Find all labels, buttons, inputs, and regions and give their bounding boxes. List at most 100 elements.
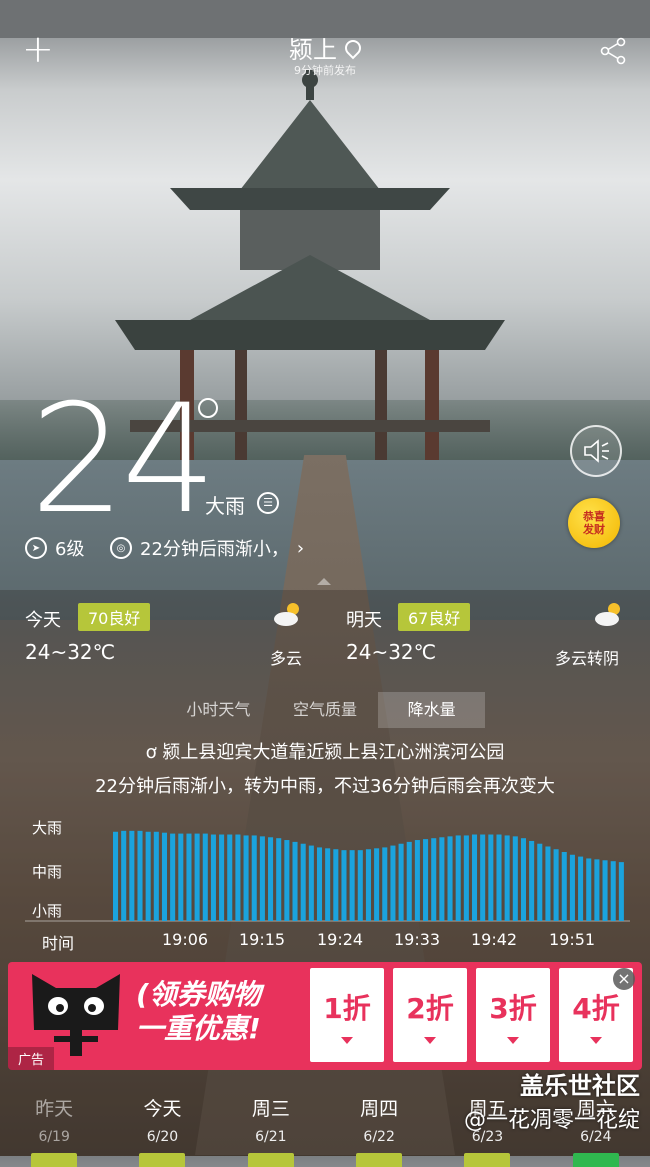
ad-offer-text: 4折 xyxy=(572,991,620,1025)
precip-bar xyxy=(618,862,624,921)
ad-slogan-line2: 一重优惠! xyxy=(136,1012,261,1045)
chevron-right-icon: › xyxy=(296,537,305,559)
ad-offer-text: 3折 xyxy=(489,991,537,1025)
precip-bar xyxy=(357,850,363,921)
ad-offer-text: 2折 xyxy=(406,991,454,1025)
precip-bar xyxy=(455,835,461,921)
triangle-down-icon xyxy=(590,1036,602,1044)
tab-hourly[interactable]: 小时天气 xyxy=(165,692,272,728)
precip-bar xyxy=(235,834,241,921)
week-day[interactable]: 今天 6/20 xyxy=(108,1078,216,1167)
precip-bar xyxy=(349,850,355,921)
ad-slogan-line1: (领券购物 xyxy=(136,978,261,1011)
precip-bar xyxy=(365,849,371,921)
detail-menu-icon[interactable]: ☰ xyxy=(257,492,279,514)
aqi-bar xyxy=(572,1153,619,1167)
week-day-date: 6/21 xyxy=(255,1129,287,1145)
precip-bar xyxy=(569,854,575,921)
precip-bar xyxy=(463,835,469,921)
precip-bar xyxy=(202,833,208,921)
precip-forecast: 22分钟后雨渐小，转为中雨，不过36分钟后雨会再次变大 xyxy=(95,776,555,797)
x-tick: 19:24 xyxy=(317,930,364,949)
tab-air-quality[interactable]: 空气质量 xyxy=(272,692,379,728)
rain-radar-icon: ◎ xyxy=(110,537,132,559)
wind-text: 6级 xyxy=(55,539,85,560)
precip-bar xyxy=(594,859,600,921)
precip-bar xyxy=(186,833,192,921)
precip-bar xyxy=(553,849,559,921)
ad-offer[interactable]: 3折 xyxy=(476,968,550,1062)
precip-bar xyxy=(480,834,486,921)
precip-bar xyxy=(382,847,388,921)
aqi-bar xyxy=(31,1153,78,1167)
tomorrow-aqi-badge[interactable]: 67良好 xyxy=(398,603,471,631)
precip-bar xyxy=(210,834,216,921)
precip-bar xyxy=(423,839,429,921)
week-day-name: 周三 xyxy=(251,1098,290,1120)
precip-location: ơ 颍上县迎宾大道靠近颍上县江心洲滨河公园 xyxy=(0,738,650,764)
precip-bar xyxy=(276,838,282,921)
week-day[interactable]: 昨天 6/19 xyxy=(0,1078,108,1167)
watermark-user: @一花凋零一花绽 xyxy=(463,1108,640,1133)
today-temp-range: 24~32℃ xyxy=(25,640,116,664)
precip-bar xyxy=(439,837,445,921)
rain-notice[interactable]: ◎ 22分钟后雨渐小， › xyxy=(110,535,304,561)
city-name: 颍上 xyxy=(289,36,337,64)
week-day-date: 6/20 xyxy=(146,1129,179,1145)
x-axis-label: 时间 xyxy=(42,934,75,953)
precip-bar xyxy=(406,841,412,921)
wind-icon: ➤ xyxy=(25,537,47,559)
collapse-arrow-icon[interactable] xyxy=(317,578,331,585)
today-label: 今天 xyxy=(25,610,61,631)
watermark-forum: 盖乐世社区 xyxy=(520,1072,640,1100)
ad-offer[interactable]: 1折 xyxy=(310,968,384,1062)
current-temperature: 24 xyxy=(30,373,217,547)
fortune-line2: 发财 xyxy=(583,523,605,536)
triangle-down-icon xyxy=(341,1036,353,1044)
tomorrow-temp-range: 24~32℃ xyxy=(346,640,437,664)
week-day-name: 周四 xyxy=(360,1098,399,1120)
precip-bar xyxy=(602,860,608,921)
precip-bar xyxy=(398,843,404,921)
city-title[interactable]: 颍上 xyxy=(0,30,650,65)
current-condition: 大雨 xyxy=(205,494,245,518)
share-icon[interactable] xyxy=(598,36,628,66)
precip-bar xyxy=(251,835,257,921)
precip-bar xyxy=(578,856,584,921)
precip-bar xyxy=(194,833,200,921)
partly-cloudy-icon xyxy=(595,603,620,626)
precip-bar xyxy=(227,834,233,921)
precip-bar xyxy=(374,848,380,921)
ad-offer[interactable]: 2折 xyxy=(393,968,467,1062)
week-day-date: 6/19 xyxy=(38,1129,70,1145)
precip-bar xyxy=(610,861,616,921)
precip-bar xyxy=(300,843,306,921)
tab-precipitation[interactable]: 降水量 xyxy=(378,692,486,728)
precip-bar xyxy=(121,830,127,921)
precip-bar xyxy=(178,833,184,921)
close-ad-icon[interactable]: × xyxy=(613,968,635,990)
fortune-badge[interactable]: 恭喜 发财 xyxy=(568,498,620,548)
precip-bar xyxy=(243,835,249,921)
week-day[interactable]: 周四 6/22 xyxy=(325,1078,433,1167)
precip-bar xyxy=(219,834,225,921)
rain-notice-text: 22分钟后雨渐小， xyxy=(140,539,289,560)
week-day-date: 6/22 xyxy=(363,1129,395,1145)
precip-bar xyxy=(471,834,478,921)
precip-bar xyxy=(259,836,265,921)
aqi-bar xyxy=(464,1153,511,1167)
week-day[interactable]: 周三 6/21 xyxy=(217,1078,325,1167)
precip-bar xyxy=(447,836,453,921)
today-aqi-badge[interactable]: 70良好 xyxy=(78,603,151,631)
tmall-cat-logo xyxy=(32,974,120,1056)
aqi-bar xyxy=(247,1153,294,1167)
location-pin-icon xyxy=(341,36,365,60)
ad-banner[interactable]: (领券购物 一重优惠! 1折 2折 3折 4折 广告 xyxy=(8,962,642,1070)
tomorrow-condition: 多云转阴 xyxy=(555,649,620,668)
partly-cloudy-icon xyxy=(274,603,299,626)
ad-offer-text: 1折 xyxy=(323,991,371,1025)
precip-bar xyxy=(308,845,314,921)
precip-bar xyxy=(161,832,168,921)
detail-tabs: 小时天气 空气质量 降水量 xyxy=(165,692,486,728)
voice-broadcast-button[interactable] xyxy=(570,425,622,477)
